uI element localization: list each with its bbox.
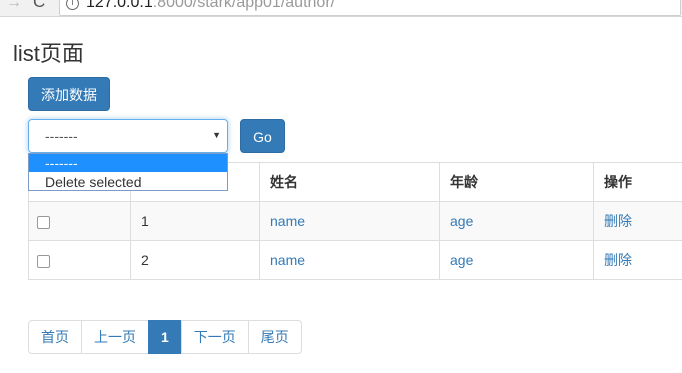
page-title: list页面 (13, 41, 84, 66)
column-header-age: 年龄 (439, 162, 594, 202)
action-select[interactable]: ------- ▼ (28, 119, 228, 153)
row-name-link[interactable]: name (270, 213, 305, 229)
row-delete-link[interactable]: 删除 (604, 213, 632, 229)
row-select-cell (28, 201, 131, 241)
row-id: 1 (130, 201, 260, 241)
action-select-value: ------- (45, 128, 78, 144)
row-id: 2 (130, 240, 260, 280)
row-name-link[interactable]: name (270, 252, 305, 268)
row-age-link[interactable]: age (450, 252, 473, 268)
action-select-dropdown: ------- Delete selected (28, 153, 228, 191)
dropdown-option-empty[interactable]: ------- (29, 154, 227, 172)
info-icon[interactable]: i (66, 0, 79, 10)
pagination-last[interactable]: 尾页 (247, 320, 302, 354)
row-select-cell (28, 240, 131, 280)
pagination: 首页 上一页 1 下一页 尾页 (28, 320, 302, 354)
pagination-prev[interactable]: 上一页 (81, 320, 149, 354)
column-header-actions: 操作 (593, 162, 682, 202)
add-data-button[interactable]: 添加数据 (28, 77, 110, 111)
url-field[interactable]: i 127.0.0.1:8000/stark/app01/author/ (59, 0, 681, 16)
table-row: 2 name age 删除 (28, 240, 682, 280)
reload-icon[interactable]: C (33, 0, 45, 10)
forward-arrow-icon[interactable]: → (6, 0, 22, 11)
browser-address-bar: → C i 127.0.0.1:8000/stark/app01/author/ (0, 0, 682, 17)
url-path: :8000/stark/app01/author/ (152, 0, 336, 11)
url-host: 127.0.0.1 (86, 0, 153, 11)
row-delete-link[interactable]: 删除 (604, 252, 632, 268)
pagination-current[interactable]: 1 (148, 320, 182, 354)
pagination-next[interactable]: 下一页 (180, 320, 249, 354)
row-age-link[interactable]: age (450, 213, 473, 229)
go-button[interactable]: Go (240, 119, 285, 153)
chevron-down-icon: ▼ (212, 130, 221, 140)
dropdown-option-delete-selected[interactable]: Delete selected (29, 173, 227, 191)
row-checkbox[interactable] (37, 254, 50, 268)
column-header-name: 姓名 (259, 162, 440, 202)
table-row: 1 name age 删除 (28, 201, 682, 241)
row-checkbox[interactable] (37, 215, 50, 229)
pagination-first[interactable]: 首页 (28, 320, 82, 354)
url-text: 127.0.0.1:8000/stark/app01/author/ (86, 0, 335, 12)
